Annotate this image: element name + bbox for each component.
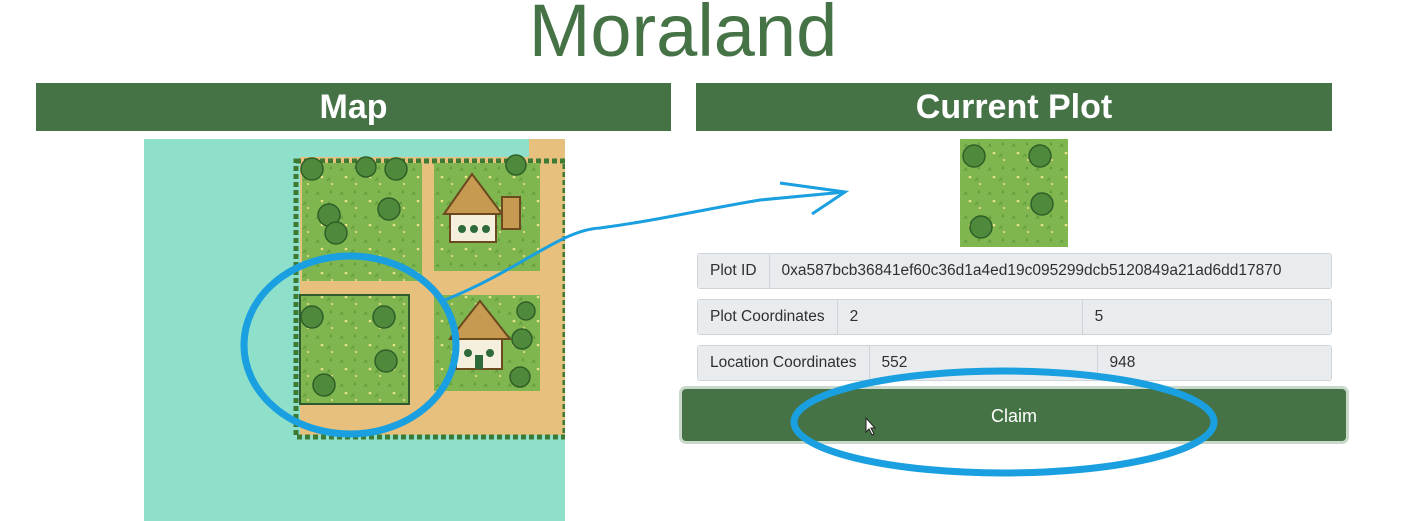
annotation-arrowhead [779,181,850,216]
plot-coordinate-y: 5 [1082,300,1331,334]
app-title: Moraland [528,0,838,72]
plot-id-row: Plot ID 0xa587bcb36841ef60c36d1a4ed19c09… [697,253,1332,289]
map-canvas[interactable] [144,139,565,521]
plot-coordinate-x: 2 [837,300,1083,334]
current-plot-header: Current Plot [696,83,1332,131]
location-coordinates-row: Location Coordinates 552 948 [697,345,1332,381]
map-header: Map [36,83,671,131]
claim-button[interactable]: Claim [682,389,1346,441]
plot-coordinates-label: Plot Coordinates [698,300,838,334]
plot-id-value: 0xa587bcb36841ef60c36d1a4ed19c095299dcb5… [769,254,1331,288]
plot-id-label: Plot ID [698,254,770,288]
plot-preview-image [960,139,1068,247]
location-coordinate-y: 948 [1097,346,1331,380]
location-coordinates-label: Location Coordinates [698,346,870,380]
claim-button-label: Claim [990,406,1037,426]
plot-coordinates-row: Plot Coordinates 2 5 [697,299,1332,335]
location-coordinate-x: 552 [869,346,1098,380]
